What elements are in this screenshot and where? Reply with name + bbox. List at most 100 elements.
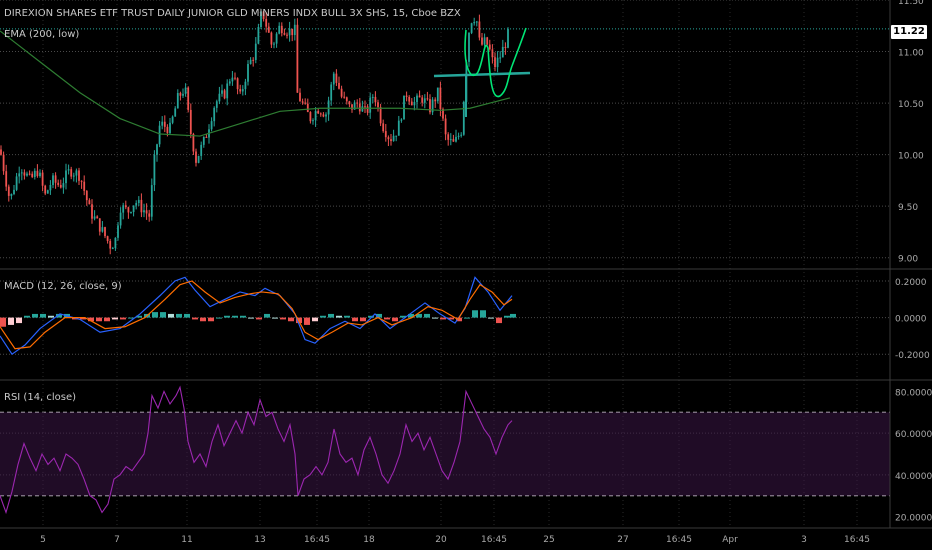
candle-body <box>444 118 447 135</box>
candle-body <box>33 170 36 177</box>
macd-histogram-bar <box>480 310 486 318</box>
candle-body <box>358 103 361 112</box>
price-tick-label: 10.00 <box>898 152 924 162</box>
candle-body <box>455 136 457 142</box>
time-tick-label: Apr <box>722 535 738 545</box>
candle-body <box>83 181 86 191</box>
candle-body <box>5 171 8 187</box>
ema-legend[interactable]: EMA (200, low) <box>4 29 79 40</box>
candle-body <box>57 182 60 185</box>
candle-body <box>252 59 255 61</box>
macd-histogram-bar <box>488 317 494 319</box>
candle-body <box>379 107 382 124</box>
candle-body <box>504 46 507 48</box>
candle-body <box>179 93 182 96</box>
candle-body <box>325 114 327 117</box>
candle-body <box>317 110 320 114</box>
macd-histogram-bar <box>272 317 278 319</box>
candle-body <box>332 73 335 85</box>
candle-body <box>205 136 208 138</box>
candle-body <box>75 170 78 176</box>
macd-tick-label: -0.2000 <box>895 351 930 361</box>
candle-body <box>28 173 31 175</box>
candle-body <box>481 37 483 45</box>
macd-histogram-bar <box>32 313 38 318</box>
macd-histogram-bar <box>192 317 198 320</box>
chart-canvas[interactable]: 11.50 11.00 10.50 10.00 9.50 9.00 0.2000 0.0000… <box>0 0 932 550</box>
candle-body <box>486 37 489 45</box>
candle-body <box>109 241 112 249</box>
macd-histogram-bar <box>112 317 118 320</box>
candle-body <box>78 170 80 181</box>
candle-body <box>119 212 122 226</box>
candle-body <box>104 227 106 237</box>
candle-body <box>296 24 299 93</box>
candle-body <box>192 133 195 152</box>
candle-body <box>98 218 101 232</box>
candle-body <box>143 210 145 213</box>
macd-histogram-bar <box>176 313 182 318</box>
candle-body <box>59 184 62 188</box>
candle-body <box>26 173 28 176</box>
candle-body <box>473 22 476 24</box>
macd-histogram-bar <box>16 317 22 324</box>
time-tick-label: 7 <box>114 535 120 545</box>
candle-body <box>130 212 132 214</box>
candle-body <box>148 213 151 217</box>
candle-body <box>273 43 275 45</box>
candle-body <box>309 112 312 122</box>
time-tick-label: 25 <box>543 535 554 545</box>
candle-body <box>434 99 437 102</box>
macd-histogram-bar <box>24 315 30 318</box>
candle-body <box>468 32 470 62</box>
candle-body <box>114 237 117 249</box>
macd-histogram-bar <box>0 317 6 327</box>
candle-body <box>423 98 426 103</box>
rsi-legend[interactable]: RSI (14, close) <box>4 392 76 403</box>
macd-histogram-bar <box>96 317 102 322</box>
candle-body <box>122 205 125 213</box>
candle-body <box>187 87 190 110</box>
candle-body <box>247 63 249 82</box>
candle-body <box>197 155 200 163</box>
candle-body <box>278 25 281 34</box>
macd-histogram-bar <box>336 315 342 318</box>
price-tick-label: 9.50 <box>898 203 918 213</box>
candle-body <box>366 106 369 113</box>
candle-body <box>249 59 252 64</box>
rsi-tick-label: 20.0000 <box>895 514 932 524</box>
candle-body <box>335 73 338 83</box>
candle-body <box>384 131 387 138</box>
candle-body <box>301 101 304 103</box>
candle-body <box>195 151 197 163</box>
candle-body <box>36 170 39 177</box>
candle-body <box>62 183 65 188</box>
candle-body <box>382 123 385 132</box>
macd-legend[interactable]: MACD (12, 26, close, 9) <box>4 281 122 292</box>
macd-histogram-bar <box>104 317 110 322</box>
rsi-band <box>0 412 890 496</box>
candle-body <box>371 96 374 98</box>
candle-body <box>49 185 52 191</box>
candle-body <box>236 78 239 90</box>
candle-body <box>13 189 15 195</box>
candle-body <box>106 236 109 242</box>
candle-body <box>299 92 301 102</box>
candle-body <box>436 87 439 102</box>
candle-body <box>426 98 429 100</box>
macd-histogram-bar <box>40 313 46 318</box>
candle-body <box>218 93 221 102</box>
candle-body <box>215 101 218 108</box>
candle-body <box>356 102 359 104</box>
macd-histogram-bar <box>320 315 326 318</box>
macd-histogram-bar <box>200 317 206 322</box>
macd-histogram-bar <box>440 317 446 320</box>
macd-histogram-bar <box>256 317 262 320</box>
candle-body <box>270 32 273 45</box>
candle-body <box>280 25 283 34</box>
candle-body <box>184 87 187 94</box>
candle-body <box>189 109 192 134</box>
candle-body <box>457 135 460 137</box>
candle-body <box>226 83 229 99</box>
candle-body <box>231 77 234 82</box>
